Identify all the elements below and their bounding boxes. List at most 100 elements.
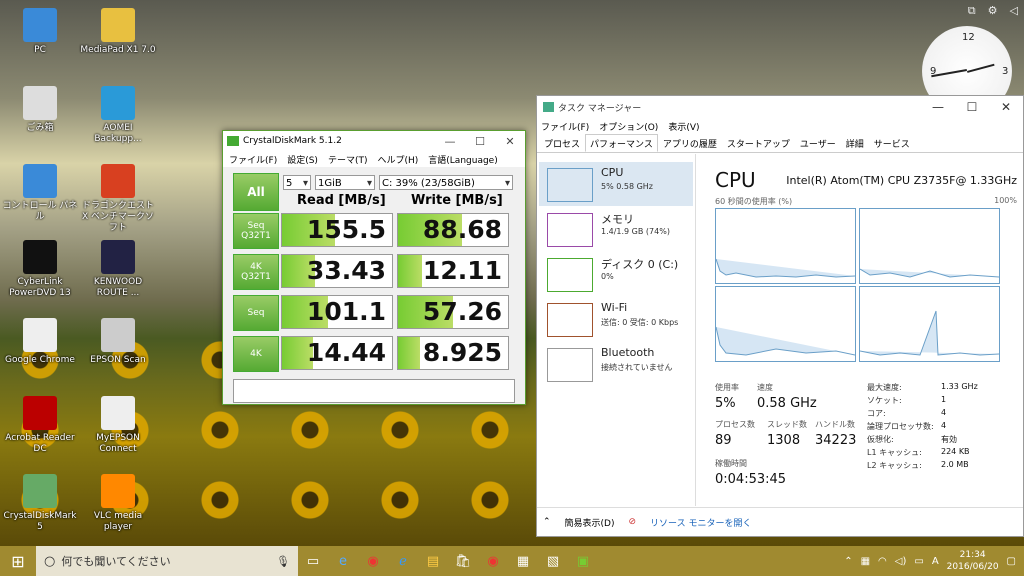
resource-monitor-link[interactable]: リソース モニターを開く <box>650 516 751 529</box>
desktop-icon[interactable]: ごみ箱 <box>2 86 78 134</box>
copy-icon[interactable]: ⧉ <box>968 4 976 18</box>
tab-0[interactable]: プロセス <box>539 134 585 152</box>
tab-5[interactable]: 詳細 <box>841 134 869 152</box>
desktop-icon-label: CrystalDiskMark 5 <box>3 511 77 532</box>
clock-3: 3 <box>1002 66 1009 77</box>
task-view-icon[interactable]: ▭ <box>298 546 328 576</box>
comment-field[interactable] <box>233 379 515 403</box>
desktop-icon[interactable]: VLC media player <box>80 474 156 533</box>
volume-icon[interactable]: ◁) <box>895 556 907 567</box>
explorer-icon[interactable]: ▤ <box>418 546 448 576</box>
test-0-button[interactable]: Seq Q32T1 <box>233 213 279 249</box>
recycle-bin-icon <box>23 86 57 120</box>
read-result-cell: 101.1 <box>281 295 393 329</box>
wifi-icon[interactable]: ◠ <box>878 556 887 567</box>
desktop-icon-label: MediaPad X1 7.0 <box>80 45 156 55</box>
chevron-up-icon[interactable]: ⌃ <box>844 556 852 567</box>
desktop-icon[interactable]: Google Chrome <box>2 318 78 366</box>
simple-view-link[interactable]: 簡易表示(D) <box>565 516 615 529</box>
desktop-icon[interactable]: Acrobat Reader DC <box>2 396 78 455</box>
cdm-taskbar-icon[interactable]: ▣ <box>568 546 598 576</box>
sidebar-item[interactable]: Bluetooth 接続されていません <box>539 342 693 386</box>
cdm-menu-help[interactable]: ヘルプ(H) <box>377 153 418 166</box>
app-icon[interactable]: ▦ <box>508 546 538 576</box>
desktop-icon-label: Acrobat Reader DC <box>5 433 75 454</box>
tab-3[interactable]: スタートアップ <box>722 134 795 152</box>
cdm-menu-language[interactable]: 言語(Language) <box>428 153 497 166</box>
chrome-taskbar-icon[interactable]: ◉ <box>358 546 388 576</box>
notifications-icon[interactable]: ▢ <box>1007 556 1016 567</box>
epson-connect-icon <box>101 396 135 430</box>
sidebar-item[interactable]: メモリ 1.4/1.9 GB (74%) <box>539 207 693 251</box>
minimize-button[interactable]: — <box>921 100 955 114</box>
store-icon[interactable]: 🛍 <box>448 546 478 576</box>
search-box[interactable]: ○ 何でも聞いてください 🎙 <box>36 546 298 576</box>
test-1-button[interactable]: 4K Q32T1 <box>233 254 279 290</box>
tab-1[interactable]: パフォーマンス <box>585 134 658 152</box>
desktop-icon[interactable]: CrystalDiskMark 5 <box>2 474 78 533</box>
settings-icon[interactable]: ⚙ <box>988 4 998 18</box>
tab-6[interactable]: サービス <box>869 134 915 152</box>
drive-select[interactable]: C: 39% (23/58GiB) <box>379 175 513 191</box>
sidebar-thumbnail <box>547 348 593 382</box>
back-icon[interactable]: ◁ <box>1010 4 1018 18</box>
microphone-icon[interactable]: 🎙 <box>276 555 290 568</box>
all-button[interactable]: All <box>233 173 279 211</box>
tm-titlebar[interactable]: タスク マネージャー — ☐ ✕ <box>537 96 1023 118</box>
sidebar-item[interactable]: CPU 5% 0.58 GHz <box>539 162 693 206</box>
test-2-button[interactable]: Seq <box>233 295 279 331</box>
detail-value: 有効 <box>941 435 957 444</box>
handle-label: ハンドル数 <box>815 420 855 429</box>
sidebar-item[interactable]: ディスク 0 (C:) 0% <box>539 252 693 296</box>
windows-start-icon[interactable]: ⊞ <box>0 546 36 576</box>
tab-2[interactable]: アプリの履歴 <box>658 134 722 152</box>
close-button[interactable]: ✕ <box>989 100 1023 114</box>
test-name: Seq <box>247 308 265 318</box>
count-select[interactable]: 5 <box>283 175 311 191</box>
clock[interactable]: 21:34 2016/06/20 <box>947 549 999 573</box>
task-manager-taskbar-icon[interactable]: ▧ <box>538 546 568 576</box>
desktop-icon[interactable]: CyberLink PowerDVD 13 <box>2 240 78 299</box>
sidebar-item[interactable]: Wi-Fi 送信: 0 受信: 0 Kbps <box>539 297 693 341</box>
desktop-icon[interactable]: KENWOOD ROUTE ... <box>80 240 156 299</box>
desktop-icon[interactable]: PC <box>2 8 78 56</box>
test-3-button[interactable]: 4K <box>233 336 279 372</box>
sidebar-item-name: CPU <box>601 166 624 179</box>
tab-4[interactable]: ユーザー <box>795 134 841 152</box>
battery-icon[interactable]: ▭ <box>914 556 923 567</box>
cdm-menu-file[interactable]: ファイル(F) <box>229 153 277 166</box>
desktop-icon[interactable]: AOMEI Backupp... <box>80 86 156 145</box>
maximize-button[interactable]: ☐ <box>465 135 495 148</box>
cdm-menubar: ファイル(F) 設定(S) テーマ(T) ヘルプ(H) 言語(Language) <box>223 151 525 167</box>
desktop-icon[interactable]: ドラゴンクエストX ベンチマークソフト <box>80 164 156 234</box>
sidebar-thumbnail <box>547 303 593 337</box>
ime-icon[interactable]: A <box>932 556 939 567</box>
desktop-icon[interactable]: MediaPad X1 7.0 <box>80 8 156 56</box>
desktop-icon[interactable]: EPSON Scan <box>80 318 156 366</box>
crystaldiskmark-window[interactable]: CrystalDiskMark 5.1.2 — ☐ ✕ ファイル(F) 設定(S… <box>222 130 526 405</box>
chrome-alt-icon[interactable]: ◉ <box>478 546 508 576</box>
task-manager-window[interactable]: タスク マネージャー — ☐ ✕ ファイル(F) オプション(O) 表示(V) … <box>536 95 1024 537</box>
cdm-titlebar[interactable]: CrystalDiskMark 5.1.2 — ☐ ✕ <box>223 131 525 151</box>
edge-icon[interactable]: e <box>328 546 358 576</box>
cpu-name: Intel(R) Atom(TM) CPU Z3735F@ 1.33GHz <box>786 174 1017 187</box>
sidebar-item-name: Bluetooth <box>601 346 655 359</box>
tm-menu-options[interactable]: オプション(O) <box>599 120 658 133</box>
tm-menu-view[interactable]: 表示(V) <box>668 120 699 133</box>
desktop-icon-label: PC <box>34 45 46 55</box>
close-button[interactable]: ✕ <box>495 135 525 148</box>
network-icon[interactable]: ▦ <box>861 556 870 567</box>
ie-icon[interactable]: ℯ <box>388 546 418 576</box>
minimize-button[interactable]: — <box>435 135 465 148</box>
size-select[interactable]: 1GiB <box>315 175 375 191</box>
chevron-up-icon[interactable]: ⌃ <box>543 517 551 527</box>
maximize-button[interactable]: ☐ <box>955 100 989 114</box>
tm-menu-file[interactable]: ファイル(F) <box>541 120 589 133</box>
cpu-core-graph <box>859 208 1000 284</box>
detail-value: 1.33 GHz <box>941 382 978 391</box>
cdm-menu-settings[interactable]: 設定(S) <box>287 153 318 166</box>
cdm-menu-theme[interactable]: テーマ(T) <box>328 153 368 166</box>
desktop-icon[interactable]: コントロール パネル <box>2 164 78 223</box>
desktop-icon[interactable]: MyEPSON Connect <box>80 396 156 455</box>
write-result-cell: 88.68 <box>397 213 509 247</box>
